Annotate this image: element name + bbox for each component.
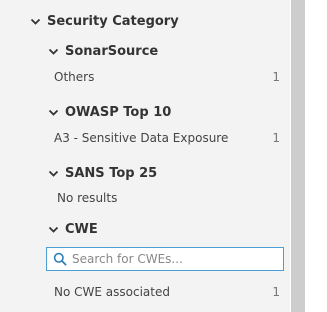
scrollbar-thumb[interactable]	[291, 0, 305, 312]
facet-item-no-cwe-associated[interactable]: No CWE associated 1	[54, 282, 280, 302]
sans-top-25-title: SANS Top 25	[65, 165, 158, 181]
sans-top-25-header[interactable]: SANS Top 25	[48, 162, 157, 184]
owasp-top-10-title: OWASP Top 10	[65, 104, 172, 120]
cwe-header[interactable]: CWE	[48, 218, 98, 240]
facet-item-count: 1	[272, 131, 280, 145]
chevron-down-icon	[48, 46, 59, 57]
facets-panel: Security Category SonarSource Others 1 O…	[0, 0, 290, 312]
security-category-header[interactable]: Security Category	[30, 10, 179, 32]
facet-item-label: No CWE associated	[54, 285, 170, 299]
chevron-down-icon	[48, 224, 59, 235]
cwe-title: CWE	[65, 221, 98, 237]
chevron-down-icon	[48, 168, 59, 179]
facet-item-others[interactable]: Others 1	[54, 67, 280, 87]
facet-item-a3-sensitive-data-exposure[interactable]: A3 - Sensitive Data Exposure 1	[54, 128, 280, 148]
security-category-title: Security Category	[47, 13, 179, 29]
chevron-down-icon	[30, 16, 41, 27]
cwe-search-input[interactable]	[72, 249, 283, 269]
facet-item-label: Others	[54, 70, 95, 84]
sonarsource-header[interactable]: SonarSource	[48, 40, 158, 62]
owasp-top-10-header[interactable]: OWASP Top 10	[48, 101, 171, 123]
no-results-text: No results	[57, 191, 118, 205]
facet-item-count: 1	[272, 70, 280, 84]
sonarsource-title: SonarSource	[65, 43, 159, 59]
facet-item-count: 1	[272, 285, 280, 299]
search-icon	[53, 252, 67, 266]
facet-item-label: A3 - Sensitive Data Exposure	[54, 131, 229, 145]
chevron-down-icon	[48, 107, 59, 118]
cwe-search-field[interactable]	[46, 247, 284, 271]
